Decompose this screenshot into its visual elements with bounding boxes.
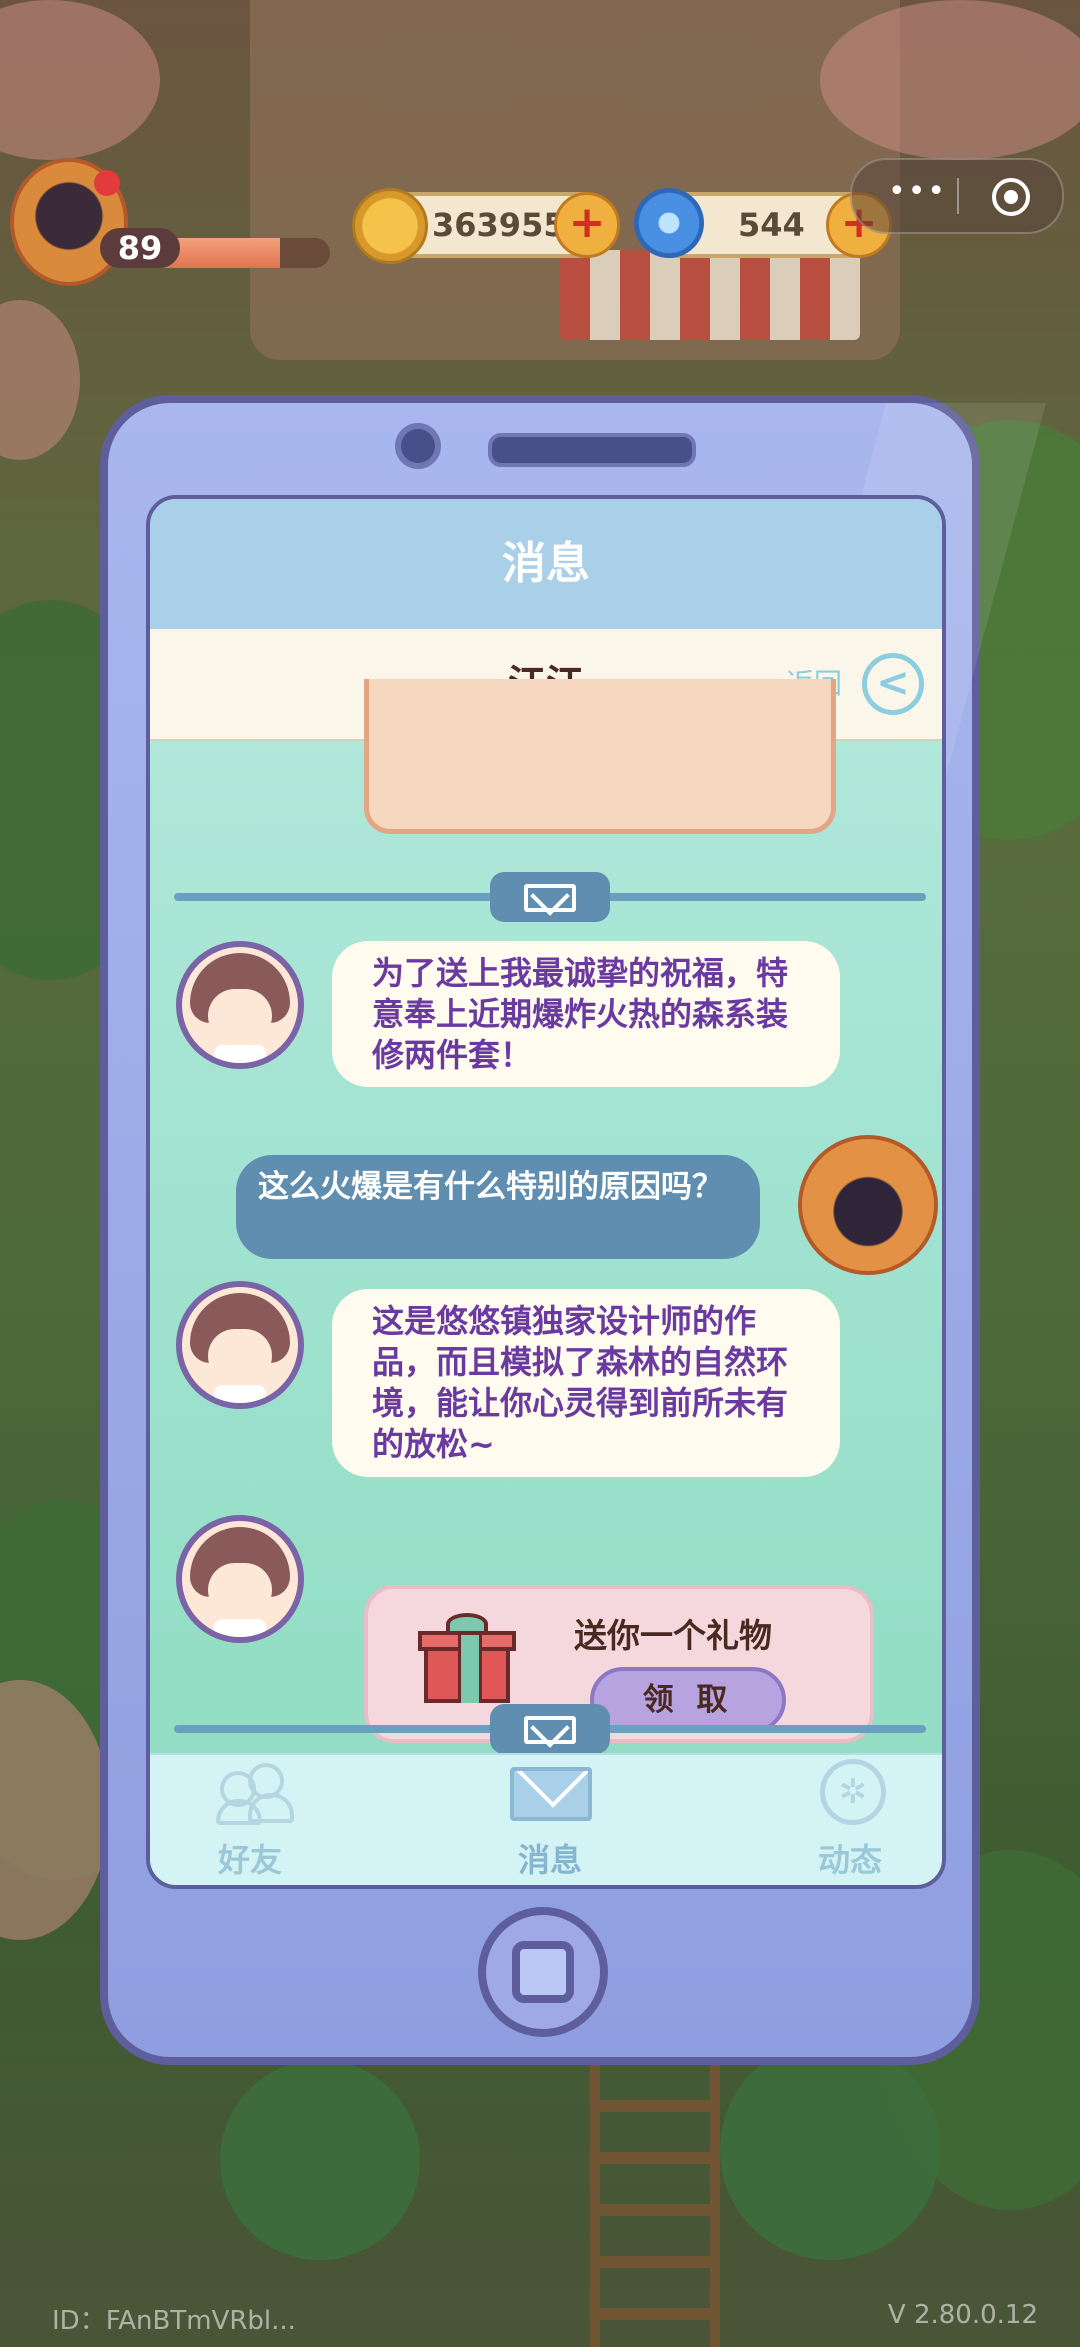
tab-label-feed: 动态	[817, 1841, 882, 1879]
claim-gift-button[interactable]: 领 取	[590, 1667, 786, 1733]
phone-frame: 消息 江江 返回 < 为了送上我最诚挚的祝福，特意奉上近期爆炸火热的森系装修两件…	[100, 395, 1046, 2065]
gem-amount: 544	[738, 206, 805, 244]
bottom-tab-bar: 好友 消息 ✲ 动态	[150, 1753, 942, 1885]
self-message-bubble: 这么火爆是有什么特别的原因吗？	[236, 1155, 760, 1259]
player-id: ID：FAnBTmVRbl...	[52, 2306, 296, 2336]
friend-message-bubble: 为了送上我最诚挚的祝福，特意奉上近期爆炸火热的森系装修两件套！	[332, 941, 840, 1087]
friend-avatar[interactable]	[176, 1281, 304, 1409]
player-avatar[interactable]	[10, 158, 128, 286]
tab-messages[interactable]: 消息	[450, 1755, 650, 1885]
tab-friends[interactable]: 好友	[150, 1755, 350, 1885]
home-button[interactable]	[478, 1907, 608, 2037]
tab-label-friends: 好友	[217, 1841, 282, 1879]
shop-awning	[560, 250, 860, 340]
back-arrow-icon[interactable]: <	[862, 653, 924, 715]
envelope-icon	[490, 1704, 610, 1754]
friend-message-bubble: 这是悠悠镇独家设计师的作品，而且模拟了森林的自然环境，能让你心灵得到前所未有的放…	[332, 1289, 840, 1477]
notification-dot	[94, 170, 120, 196]
phone-screen: 消息 江江 返回 < 为了送上我最诚挚的祝福，特意奉上近期爆炸火热的森系装修两件…	[146, 495, 946, 1889]
gift-title: 送你一个礼物	[574, 1616, 772, 1655]
leaf-currency: 363955 +	[352, 188, 620, 264]
mail-icon	[510, 1767, 592, 1821]
leaf-amount: 363955	[432, 206, 566, 244]
speaker-slot	[488, 433, 696, 467]
camera-icon	[395, 423, 441, 469]
previous-gift-card	[364, 679, 836, 834]
gem-currency: 544 +	[634, 188, 892, 258]
blue-swirl-icon	[634, 188, 704, 258]
version-label: V 2.80.0.12	[887, 2300, 1038, 2330]
friend-avatar[interactable]	[176, 1515, 304, 1643]
tab-feed[interactable]: ✲ 动态	[750, 1755, 942, 1885]
friends-icon	[216, 1763, 294, 1825]
gift-box-icon	[418, 1613, 516, 1703]
ladder	[590, 2060, 720, 2347]
add-leaves-button[interactable]: +	[554, 192, 620, 258]
player-level-badge: 89	[100, 228, 180, 268]
self-avatar[interactable]	[798, 1135, 938, 1275]
screen-title: 消息	[150, 499, 942, 629]
capsule-divider	[957, 178, 959, 214]
feed-icon: ✲	[820, 1759, 886, 1825]
gift-message-card: 送你一个礼物 领 取	[364, 1585, 874, 1743]
friend-avatar[interactable]	[176, 941, 304, 1069]
envelope-icon	[490, 872, 610, 922]
more-menu-button[interactable]: •••	[888, 174, 947, 209]
miniprogram-capsule: •••	[850, 158, 1064, 234]
leaf-coin-icon	[352, 188, 428, 264]
tab-label-messages: 消息	[517, 1841, 582, 1879]
close-target-icon[interactable]	[992, 178, 1030, 216]
